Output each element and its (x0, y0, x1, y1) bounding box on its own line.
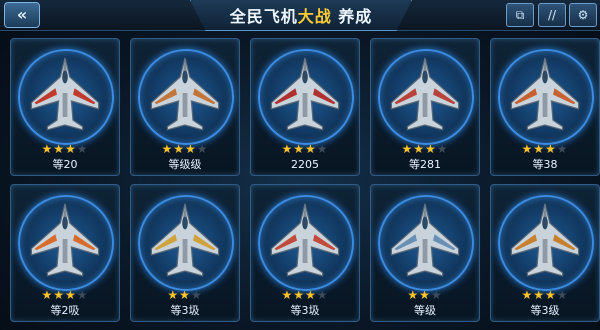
plane-level-label: 等20 (52, 158, 78, 171)
fighter-jet-icon (510, 203, 580, 277)
star-filled-icon: ★ (173, 142, 185, 156)
star-empty-icon: ★ (556, 142, 569, 156)
gear-icon: ⚙ (577, 8, 589, 22)
star-empty-icon: ★ (556, 288, 569, 302)
window-icon: ⧉ (515, 7, 525, 22)
star-filled-icon: ★ (425, 142, 437, 156)
star-filled-icon: ★ (533, 288, 545, 302)
star-rating: ★★★★ (11, 289, 119, 301)
plane-card[interactable]: ★★★ 等级 (370, 184, 480, 322)
star-empty-icon: ★ (76, 288, 89, 302)
plane-level-label: 等级级 (168, 158, 202, 171)
star-filled-icon: ★ (401, 142, 414, 156)
plane-level-label: 等3圾 (290, 304, 320, 317)
fighter-jet-icon (510, 57, 580, 131)
plane-level-label: 等38 (532, 158, 558, 171)
plane-level-label: 2205 (291, 158, 319, 171)
fighter-jet-icon (270, 57, 340, 131)
top-bar: « 全民飞机大战 养成 ⧉ // ⚙ (0, 0, 600, 31)
star-empty-icon: ★ (436, 142, 449, 156)
plane-card[interactable]: ★★★★ 等38 (490, 38, 600, 176)
plane-card[interactable]: ★★★★ 等3级 (490, 184, 600, 322)
plane-level-label: 等3圾 (170, 304, 200, 317)
page-title: 全民飞机大战 养成 (230, 3, 373, 27)
star-filled-icon: ★ (305, 142, 317, 156)
title-highlight: 大战 (297, 7, 332, 26)
star-filled-icon: ★ (41, 288, 54, 302)
fighter-jet-icon (30, 203, 100, 277)
title-suffix: 养成 (331, 7, 373, 26)
star-filled-icon: ★ (533, 142, 545, 156)
parallel-lines-button[interactable]: // (538, 3, 566, 27)
star-filled-icon: ★ (413, 142, 425, 156)
plane-level-label: 等级 (414, 304, 436, 317)
star-filled-icon: ★ (419, 288, 431, 302)
plane-card[interactable]: ★★★★ 等2吸 (10, 184, 120, 322)
star-empty-icon: ★ (316, 288, 329, 302)
fighter-jet-icon (270, 203, 340, 277)
plane-level-label: 等3级 (530, 304, 560, 317)
star-filled-icon: ★ (167, 288, 180, 302)
plane-level-label: 等2吸 (50, 304, 80, 317)
star-filled-icon: ★ (545, 288, 557, 302)
star-rating: ★★★★ (251, 289, 359, 301)
settings-button[interactable]: ⚙ (569, 3, 597, 27)
star-filled-icon: ★ (179, 288, 191, 302)
fighter-jet-icon (390, 203, 460, 277)
fighter-jet-icon (150, 57, 220, 131)
star-filled-icon: ★ (293, 288, 305, 302)
parallel-lines-icon: // (547, 8, 557, 22)
fighter-jet-icon (150, 203, 220, 277)
star-filled-icon: ★ (545, 142, 557, 156)
star-rating: ★★★★ (371, 143, 479, 155)
star-filled-icon: ★ (305, 288, 317, 302)
star-filled-icon: ★ (53, 142, 65, 156)
star-filled-icon: ★ (281, 142, 294, 156)
star-rating: ★★★★ (131, 143, 239, 155)
star-filled-icon: ★ (161, 142, 174, 156)
star-filled-icon: ★ (521, 142, 534, 156)
star-filled-icon: ★ (521, 288, 534, 302)
plane-card[interactable]: ★★★★ 2205 (250, 38, 360, 176)
star-empty-icon: ★ (430, 288, 443, 302)
title-prefix: 全民飞机 (229, 7, 298, 26)
star-filled-icon: ★ (281, 288, 294, 302)
star-rating: ★★★★ (11, 143, 119, 155)
star-empty-icon: ★ (316, 142, 329, 156)
star-filled-icon: ★ (293, 142, 305, 156)
fighter-jet-icon (390, 57, 460, 131)
star-rating: ★★★★ (491, 143, 599, 155)
plane-level-label: 等281 (409, 158, 441, 171)
star-filled-icon: ★ (185, 142, 197, 156)
plane-card[interactable]: ★★★★ 等级级 (130, 38, 240, 176)
plane-card[interactable]: ★★★★ 等281 (370, 38, 480, 176)
star-filled-icon: ★ (65, 142, 77, 156)
window-button[interactable]: ⧉ (506, 3, 534, 27)
star-filled-icon: ★ (407, 288, 420, 302)
back-button[interactable]: « (4, 2, 40, 28)
star-empty-icon: ★ (76, 142, 89, 156)
star-filled-icon: ★ (53, 288, 65, 302)
star-rating: ★★★ (371, 289, 479, 301)
title-plate: 全民飞机大战 养成 (190, 0, 412, 31)
star-filled-icon: ★ (65, 288, 77, 302)
star-filled-icon: ★ (41, 142, 54, 156)
double-chevron-left-icon: « (16, 5, 28, 24)
plane-card[interactable]: ★★★★ 等20 (10, 38, 120, 176)
star-rating: ★★★ (131, 289, 239, 301)
star-empty-icon: ★ (190, 288, 203, 302)
fighter-jet-icon (30, 57, 100, 131)
star-rating: ★★★★ (491, 289, 599, 301)
plane-card[interactable]: ★★★ 等3圾 (130, 184, 240, 322)
plane-card[interactable]: ★★★★ 等3圾 (250, 184, 360, 322)
star-empty-icon: ★ (196, 142, 209, 156)
star-rating: ★★★★ (251, 143, 359, 155)
